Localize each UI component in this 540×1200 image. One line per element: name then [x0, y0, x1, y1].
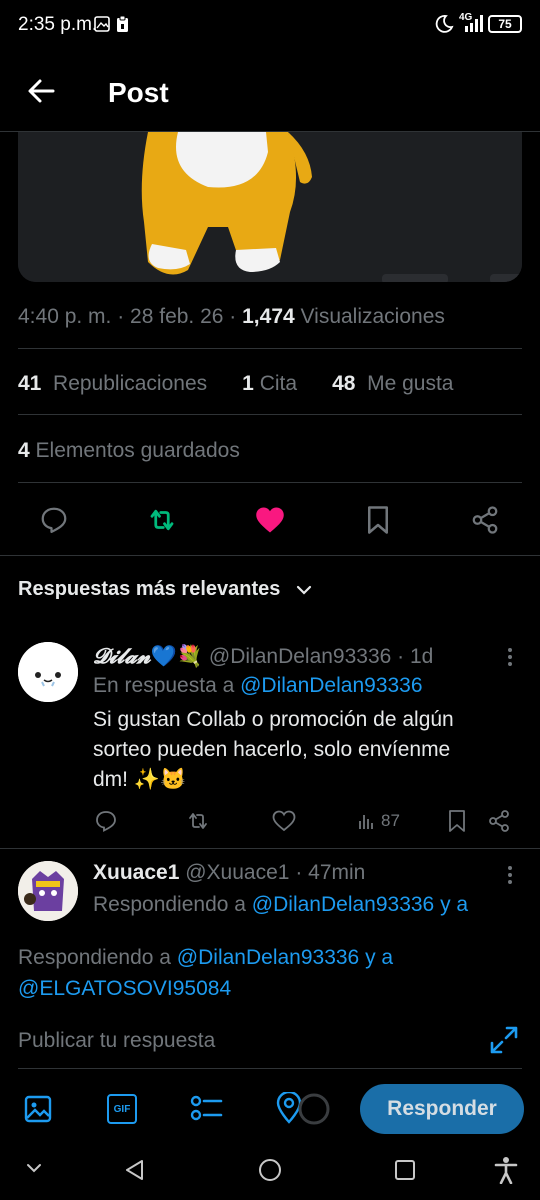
bookmark-icon[interactable]: [358, 500, 398, 540]
top-bar: Post: [0, 50, 540, 132]
likes-count: 48: [332, 372, 356, 395]
post-stats-row: 41 Republicaciones 1 Cita 48 Me gusta: [18, 372, 453, 396]
composer-replying-link[interactable]: @DilanDelan93336: [177, 946, 359, 969]
bookmarks-label: Elementos guardados: [35, 439, 240, 462]
poll-icon[interactable]: [189, 1093, 223, 1125]
reply-context-prefix: En respuesta a: [93, 674, 241, 697]
reply-bookmark-icon[interactable]: [447, 808, 467, 834]
reply-repost-icon[interactable]: [185, 808, 211, 834]
composer-replying-link[interactable]: @ELGATOSOVI95084: [18, 977, 231, 1000]
accessibility-icon[interactable]: [494, 1156, 518, 1184]
reply-icon[interactable]: [34, 500, 74, 540]
share-icon[interactable]: [465, 500, 505, 540]
more-options-icon[interactable]: [500, 646, 520, 668]
reply-author-handle[interactable]: @DilanDelan93336: [209, 645, 391, 668]
reply-time: · 47min: [295, 861, 366, 884]
reply-text-line: Si gustan Collab o promoción de algún: [93, 708, 454, 731]
quotes-label: Cita: [259, 372, 298, 395]
expand-composer-icon[interactable]: [488, 1024, 520, 1056]
reply-text-line: dm! ✨🐱: [93, 768, 187, 791]
quotes-count: 1: [242, 372, 254, 395]
likes-label: Me gusta: [367, 372, 454, 395]
battery-icon: 75: [488, 15, 522, 33]
back-arrow-icon[interactable]: [26, 76, 56, 106]
avatar[interactable]: [18, 642, 78, 702]
reply-author-name[interactable]: Xuuace1: [93, 861, 179, 884]
reposts-stat[interactable]: 41 Republicaciones: [18, 372, 207, 395]
gif-label: GIF: [113, 1103, 131, 1115]
signal-icon: [464, 14, 486, 34]
composer-replying-to: Respondiendo a @DilanDelan93336 y a: [18, 946, 393, 970]
divider: [18, 414, 522, 415]
reply-share-icon[interactable]: [487, 808, 511, 834]
quotes-stat[interactable]: 1 Cita: [242, 372, 297, 395]
page-title: Post: [108, 77, 169, 108]
reply-author-name[interactable]: 𝓓𝓲𝓵𝓪𝓷: [93, 643, 151, 668]
gallery-icon: [94, 16, 110, 32]
likes-stat[interactable]: 48 Me gusta: [332, 372, 453, 395]
repost-icon[interactable]: [142, 500, 182, 540]
views-icon: [359, 815, 373, 829]
chevron-down-icon: [296, 585, 312, 595]
divider: [18, 482, 522, 483]
replies-section-title: Respuestas más relevantes: [18, 578, 281, 600]
reply-button[interactable]: Responder: [360, 1084, 524, 1134]
reposts-label: Republicaciones: [53, 372, 208, 395]
avatar[interactable]: [18, 861, 78, 921]
character-count-ring-icon: [297, 1092, 331, 1126]
bookmarks-stat[interactable]: 4 Elementos guardados: [18, 439, 240, 463]
reply-context-prefix: Respondiendo a: [93, 893, 252, 916]
views-label: Visualizaciones: [294, 305, 445, 328]
do-not-disturb-icon: [434, 14, 454, 34]
reply-input-placeholder: Publicar tu respuesta: [18, 1029, 216, 1052]
reply-item[interactable]: Xuuace1 @Xuuace1 · 47min Respondiendo a …: [0, 849, 540, 922]
more-options-icon[interactable]: [500, 864, 520, 886]
reply-author-emojis: 💙💐: [150, 645, 204, 668]
gif-icon[interactable]: GIF: [107, 1094, 137, 1124]
reply-time: · 1d: [397, 645, 434, 668]
reply-text-line: sorteo pueden hacerlo, solo envíenme: [93, 738, 451, 761]
reposts-count: 41: [18, 372, 42, 395]
reply-views-count: 87: [381, 811, 400, 830]
divider: [0, 555, 540, 556]
composer-replying-and[interactable]: y a: [359, 946, 393, 969]
replies-sort-dropdown[interactable]: Respuestas más relevantes: [18, 578, 312, 601]
clipboard-icon: [116, 15, 129, 33]
status-bar: 2:35 p.m. 4G 75: [0, 0, 540, 50]
post-media-image[interactable]: [18, 132, 522, 282]
bookmarks-count: 4: [18, 439, 30, 462]
reply-input[interactable]: Publicar tu respuesta: [18, 1029, 468, 1053]
reply-views[interactable]: 87: [358, 808, 400, 834]
composer-replying-prefix: Respondiendo a: [18, 946, 177, 969]
reply-context-link[interactable]: @DilanDelan93336: [240, 674, 422, 697]
post-timestamp: 4:40 p. m. · 28 feb. 26 ·: [18, 305, 243, 328]
status-time: 2:35 p.m.: [18, 14, 98, 35]
reply-context-link[interactable]: @DilanDelan93336 y a: [252, 893, 468, 916]
reply-comment-icon[interactable]: [94, 808, 118, 834]
reply-author-handle[interactable]: @Xuuace1: [185, 861, 289, 884]
post-timestamp-row: 4:40 p. m. · 28 feb. 26 · 1,474 Visualiz…: [18, 305, 445, 329]
system-navigation-bar: [0, 1140, 540, 1200]
divider: [18, 348, 522, 349]
views-count: 1,474: [242, 305, 295, 328]
battery-level: 75: [498, 17, 512, 31]
nav-home-icon[interactable]: [258, 1158, 282, 1182]
divider: [18, 1068, 522, 1069]
like-heart-icon[interactable]: [250, 500, 290, 540]
nav-back-icon[interactable]: [123, 1158, 147, 1182]
nav-recents-icon[interactable]: [394, 1159, 416, 1181]
image-icon[interactable]: [23, 1094, 53, 1124]
chevron-down-icon[interactable]: [26, 1162, 42, 1174]
reply-like-icon[interactable]: [272, 808, 296, 834]
